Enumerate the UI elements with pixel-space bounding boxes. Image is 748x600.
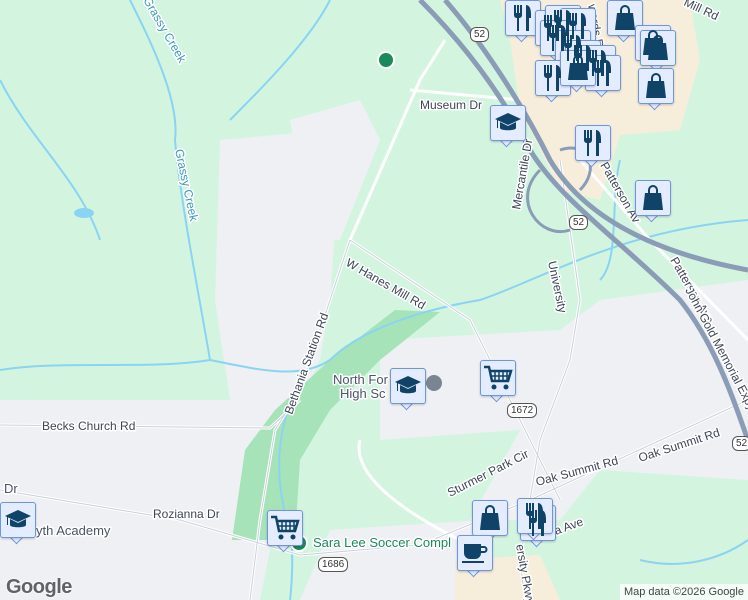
shopping-marker[interactable]	[635, 180, 671, 224]
coffee-marker[interactable]	[457, 535, 493, 579]
water-label-grassy-creek: Grassy Creek	[140, 0, 189, 66]
shopping-icon	[640, 30, 676, 66]
road-label-museum: Museum Dr	[420, 98, 482, 112]
shopping-icon	[472, 500, 508, 536]
map-canvas[interactable]: W Hanes Mill Rd Mill Rd Museum Dr Bethan…	[0, 0, 748, 600]
park-poi-icon[interactable]	[377, 51, 395, 69]
road-label-becks-church: Becks Church Rd	[42, 419, 135, 433]
road-label-rozianna: Rozianna Dr	[153, 507, 220, 521]
map-attribution[interactable]: Map data ©2026 Google	[619, 584, 748, 600]
school-marker[interactable]	[390, 368, 426, 412]
school-marker[interactable]	[490, 105, 526, 149]
route-shield-us52: 52	[569, 215, 589, 230]
coffee-icon	[457, 535, 493, 571]
restaurant-icon	[575, 125, 611, 161]
restaurant-marker[interactable]	[575, 125, 611, 169]
google-logo: Google	[6, 576, 72, 598]
shopping-icon	[638, 68, 674, 104]
poi-label-school[interactable]: High Sc	[339, 385, 388, 403]
route-shield-1686: 1686	[318, 557, 349, 572]
grocery-icon	[267, 510, 303, 546]
school-marker[interactable]	[0, 502, 36, 546]
restaurant-icon	[585, 55, 621, 91]
school-icon	[490, 105, 526, 141]
route-shield-1672: 1672	[507, 403, 538, 418]
grocery-icon	[480, 360, 516, 396]
route-shield-us52: 52	[732, 436, 748, 451]
route-shield-us52: 52	[470, 27, 490, 42]
water-label-grassy-creek: Grassy Creek	[172, 148, 201, 224]
grocery-marker[interactable]	[267, 510, 303, 554]
school-icon	[390, 368, 426, 404]
shopping-icon	[635, 180, 671, 216]
shopping-marker[interactable]	[638, 68, 674, 112]
school-icon	[0, 502, 36, 538]
road-label-university: University	[545, 260, 570, 314]
poi-label-dr: Dr	[4, 481, 18, 496]
school-poi-icon[interactable]	[426, 375, 442, 391]
poi-label-soccer[interactable]: Sara Lee Soccer Compl	[312, 534, 453, 552]
poi-label-school[interactable]: North For	[332, 371, 391, 389]
grocery-marker[interactable]	[480, 360, 516, 404]
pond	[74, 208, 94, 218]
